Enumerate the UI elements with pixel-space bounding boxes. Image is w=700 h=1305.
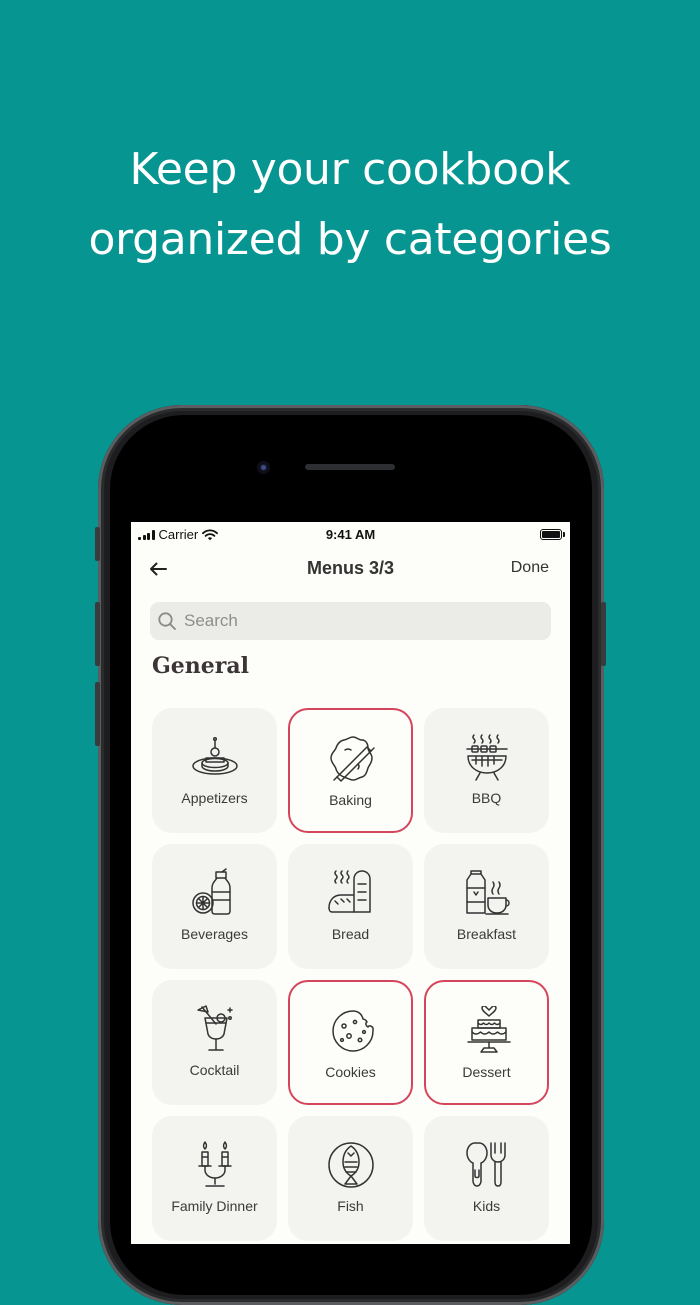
appetizer-plate-icon [192, 736, 238, 775]
section-title: General [152, 653, 249, 679]
bottle-citrus-icon [192, 868, 231, 915]
cocktail-glass-icon [197, 1005, 233, 1051]
fish-plate-icon [328, 1142, 374, 1188]
search-icon [158, 612, 176, 630]
search-input[interactable] [178, 611, 551, 631]
grill-skewer-icon [466, 734, 508, 781]
battery-icon [540, 529, 565, 540]
category-tile-cookies[interactable]: Cookies [288, 980, 413, 1105]
bread-loaf-icon [328, 870, 371, 913]
rolling-pin-dough-icon [330, 736, 375, 782]
cake-icon [467, 1006, 511, 1053]
front-camera [257, 461, 270, 474]
category-tile-beverages[interactable]: Beverages [152, 844, 277, 969]
category-tile-bbq[interactable]: BBQ [424, 708, 549, 833]
category-label: Baking [329, 792, 372, 808]
category-label: Cocktail [189, 1062, 240, 1078]
category-label: Kids [472, 1198, 501, 1214]
phone-volume-down [95, 682, 100, 746]
promo-headline-line-2: organized by categories [88, 214, 612, 265]
category-label: Dessert [462, 1064, 511, 1080]
done-button[interactable]: Done [511, 559, 549, 577]
page-title: Menus 3/3 [306, 558, 395, 578]
status-time: 9:41 AM [325, 527, 376, 542]
app-screen: Carrier 9:41 AM Menus 3/3 Done General [131, 522, 570, 1244]
earpiece-speaker [305, 464, 395, 470]
category-tile-cocktail[interactable]: Cocktail [152, 980, 277, 1105]
milk-cup-icon [466, 870, 510, 915]
category-tile-bread[interactable]: Bread [288, 844, 413, 969]
phone-volume-up [95, 602, 100, 666]
category-label: Family Dinner [171, 1198, 258, 1214]
nav-bar: Menus 3/3 Done [131, 548, 570, 590]
category-tile-kids[interactable]: Kids [424, 1116, 549, 1241]
category-tile-fish[interactable]: Fish [288, 1116, 413, 1241]
promo-headline-line-1: Keep your cookbook [129, 144, 571, 195]
category-label: Appetizers [181, 790, 248, 806]
kids-cutlery-icon [466, 1142, 506, 1187]
candles-icon [198, 1141, 232, 1187]
category-tile-breakfast[interactable]: Breakfast [424, 844, 549, 969]
category-label: Cookies [325, 1064, 376, 1080]
promo-headline: Keep your cookbook organized by categori… [0, 135, 700, 275]
category-label: Fish [337, 1198, 364, 1214]
category-label: Breakfast [456, 926, 517, 942]
status-bar: Carrier 9:41 AM [131, 522, 570, 548]
cookie-icon [332, 1010, 374, 1052]
category-tile-appetizers[interactable]: Appetizers [152, 708, 277, 833]
category-label: BBQ [471, 790, 502, 806]
phone-power-button [601, 602, 606, 666]
category-tile-baking[interactable]: Baking [288, 708, 413, 833]
category-label: Beverages [181, 926, 248, 942]
search-bar[interactable] [150, 602, 551, 640]
category-tile-dessert[interactable]: Dessert [424, 980, 549, 1105]
category-tile-family-dinner[interactable]: Family Dinner [152, 1116, 277, 1241]
category-label: Bread [331, 926, 370, 942]
phone-silent-switch [95, 527, 100, 561]
